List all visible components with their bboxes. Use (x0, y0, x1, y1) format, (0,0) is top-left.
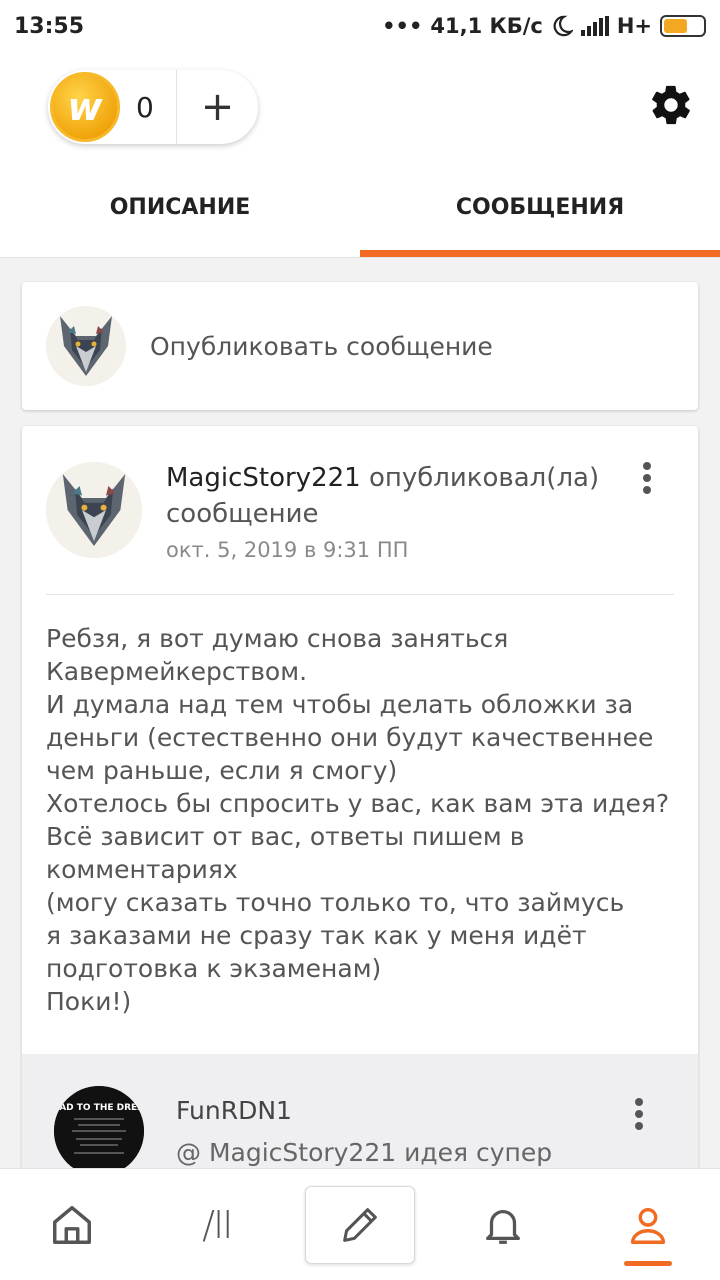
signal-icon (580, 16, 609, 36)
library-icon: /II (202, 1202, 233, 1247)
nav-active-indicator (623, 1261, 672, 1266)
post-date: окт. 5, 2019 в 9:31 ПП (166, 538, 409, 562)
add-coins-button[interactable]: + (177, 87, 258, 127)
post-more-icon[interactable] (632, 458, 662, 498)
divider (46, 594, 674, 595)
home-icon (53, 1205, 92, 1244)
pencil-icon (343, 1207, 377, 1242)
post-author-avatar[interactable] (46, 462, 142, 558)
gear-icon[interactable] (648, 82, 694, 128)
post-header: MagicStory221 опубликовал(ла) сообщение (166, 460, 616, 532)
tab-description[interactable]: ОПИСАНИЕ (0, 162, 360, 257)
header: w 0 + (0, 52, 720, 162)
coin-wallet[interactable]: w 0 + (48, 70, 258, 144)
coin-icon: w (50, 72, 120, 142)
comment-avatar-text: ROAD TO THE DREAM (54, 1103, 144, 1113)
nav-home[interactable] (0, 1169, 145, 1280)
status-dots: ••• (382, 14, 423, 38)
coin-count: 0 (136, 90, 154, 124)
avatar (46, 306, 126, 386)
comment: ROAD TO THE DREAM FunRDN1 @ MagicStory22… (22, 1054, 698, 1186)
status-time: 13:55 (14, 13, 85, 39)
comment-text: @ MagicStory221 идея супер (176, 1138, 553, 1167)
battery-icon (660, 15, 706, 37)
compose-placeholder: Опубликовать сообщение (150, 331, 493, 361)
nav-profile[interactable] (576, 1169, 720, 1280)
comment-author[interactable]: FunRDN1 (176, 1096, 292, 1125)
network-speed: 41,1 КБ/с (430, 14, 543, 38)
comment-more-icon[interactable] (624, 1094, 654, 1134)
comment-avatar[interactable]: ROAD TO THE DREAM (54, 1086, 144, 1176)
person-icon (630, 1207, 665, 1244)
tab-bar: ОПИСАНИЕ СООБЩЕНИЯ (0, 162, 720, 258)
nav-notifications[interactable] (431, 1169, 576, 1280)
status-icons: ••• 41,1 КБ/с H+ (382, 14, 706, 38)
network-type: H+ (616, 14, 652, 38)
nav-library[interactable]: /II (145, 1169, 290, 1280)
bottom-nav: /II (0, 1168, 720, 1280)
post-body: Ребзя, я вот думаю снова заняться Каверм… (46, 624, 670, 1016)
moon-icon (553, 15, 573, 37)
bell-icon (486, 1209, 521, 1244)
status-bar: 13:55 ••• 41,1 КБ/с H+ (0, 0, 720, 52)
message-post: MagicStory221 опубликовал(ла) сообщение … (22, 426, 698, 1186)
tab-messages[interactable]: СООБЩЕНИЯ (360, 162, 720, 257)
post-author-name[interactable]: MagicStory221 (166, 463, 361, 493)
compose-message-card[interactable]: Опубликовать сообщение (22, 282, 698, 410)
nav-write[interactable] (305, 1185, 415, 1264)
